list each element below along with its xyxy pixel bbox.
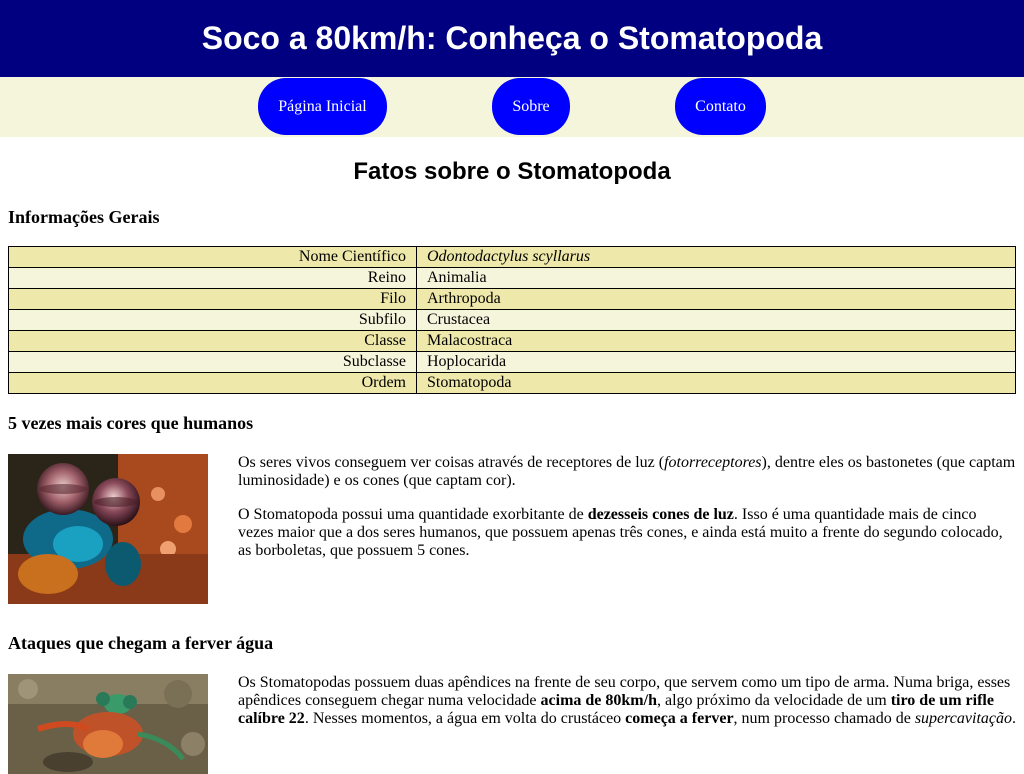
table-value: Stomatopoda	[416, 372, 1016, 394]
table-key: Reino	[8, 267, 417, 289]
text-strong: acima de 80km/h	[540, 692, 657, 709]
colors-paragraph-1: Os seres vivos conseguem ver coisas atra…	[238, 454, 1016, 490]
colors-text: Os seres vivos conseguem ver coisas atra…	[238, 454, 1016, 604]
colors-heading: 5 vezes mais cores que humanos	[8, 413, 254, 433]
table-row: Ordem Stomatopoda	[8, 372, 1016, 394]
table-value: Crustacea	[416, 309, 1016, 331]
main-content: Fatos sobre o Stomatopoda Informações Ge…	[0, 157, 1024, 774]
page-title: Fatos sobre o Stomatopoda	[353, 158, 671, 185]
taxonomy-table: Nome Científico Odontodactylus scyllarus…	[8, 246, 1016, 394]
text-strong: dezesseis cones de luz	[587, 506, 734, 523]
table-key: Nome Científico	[8, 246, 417, 268]
attack-heading: Ataques que chegam a ferver água	[8, 633, 274, 653]
table-key: Filo	[8, 288, 417, 310]
text-span: O Stomatopoda possui uma quantidade exor…	[238, 506, 588, 523]
table-key: Classe	[8, 330, 417, 352]
colors-section: Os seres vivos conseguem ver coisas atra…	[8, 454, 1016, 604]
text-emphasis: supercavitação	[914, 710, 1012, 727]
text-strong: começa a ferver	[625, 710, 734, 727]
site-header: Soco a 80km/h: Conheça o Stomatopoda	[0, 0, 1024, 77]
main-nav: Página Inicial Sobre Contato	[0, 77, 1024, 137]
nav-contact-button[interactable]: Contato	[675, 78, 766, 135]
text-span: Os seres vivos conseguem ver coisas atra…	[238, 454, 665, 471]
site-title: Soco a 80km/h: Conheça o Stomatopoda	[201, 20, 823, 56]
text-span: . Nesses momentos, a água em volta do cr…	[304, 710, 626, 727]
table-row: Reino Animalia	[8, 267, 1016, 289]
table-key: Subclasse	[8, 351, 417, 373]
attack-section: Os Stomatopodas possuem duas apêndices n…	[8, 674, 1016, 774]
colors-paragraph-2: O Stomatopoda possui uma quantidade exor…	[238, 506, 1016, 560]
table-key: Ordem	[8, 372, 417, 394]
table-value: Malacostraca	[416, 330, 1016, 352]
text-span: , num processo chamado de	[733, 710, 915, 727]
mantis-shrimp-eyes-image	[8, 454, 208, 604]
mantis-shrimp-image	[8, 674, 208, 774]
text-emphasis: fotorreceptores	[664, 454, 762, 471]
attack-paragraph-1: Os Stomatopodas possuem duas apêndices n…	[238, 674, 1016, 728]
table-value: Animalia	[416, 267, 1016, 289]
table-row: Classe Malacostraca	[8, 330, 1016, 352]
nav-about-button[interactable]: Sobre	[492, 78, 570, 135]
table-value: Arthropoda	[416, 288, 1016, 310]
table-key: Subfilo	[8, 309, 417, 331]
general-info-heading: Informações Gerais	[8, 207, 160, 227]
table-row: Nome Científico Odontodactylus scyllarus	[8, 246, 1016, 268]
table-row: Filo Arthropoda	[8, 288, 1016, 310]
scientific-name: Odontodactylus scyllarus	[427, 248, 591, 265]
table-value: Hoplocarida	[416, 351, 1016, 373]
nav-home-button[interactable]: Página Inicial	[258, 78, 387, 135]
table-row: Subclasse Hoplocarida	[8, 351, 1016, 373]
table-row: Subfilo Crustacea	[8, 309, 1016, 331]
text-span: , algo próximo da velocidade de um	[656, 692, 891, 709]
text-span: .	[1011, 710, 1016, 727]
attack-text: Os Stomatopodas possuem duas apêndices n…	[238, 674, 1016, 774]
table-value: Odontodactylus scyllarus	[416, 246, 1016, 268]
